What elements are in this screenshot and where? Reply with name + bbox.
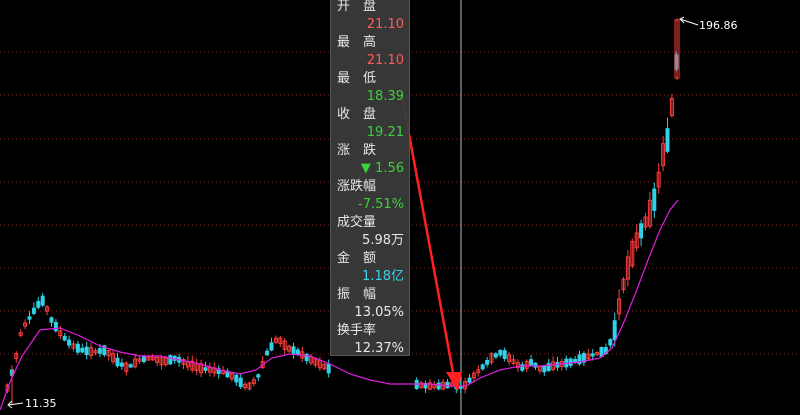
change-pct-value: -7.51% [358, 197, 404, 212]
candle-body [53, 322, 58, 332]
candle-body [168, 355, 173, 365]
turnover-label: 换手率 [337, 323, 377, 338]
candle-body [62, 335, 67, 341]
candle-body [128, 364, 133, 368]
high-label: 最 高 [337, 35, 377, 50]
low-label: 最 低 [337, 71, 377, 86]
candle-body [612, 320, 617, 341]
candle-body [326, 363, 331, 374]
candle-body [529, 359, 534, 366]
candle-body [36, 300, 41, 308]
change-value: ▼ 1.56 [360, 161, 404, 176]
candle-body [436, 382, 441, 390]
candle-body [652, 188, 657, 211]
turnover-value: 12.37% [354, 341, 404, 356]
candle-body [256, 374, 261, 378]
candle-body [84, 346, 89, 356]
volume-value: 5.98万 [362, 233, 404, 248]
candle-body [97, 348, 102, 354]
candle-body [291, 346, 296, 355]
amplitude-value: 13.05% [354, 305, 404, 320]
candle-body [119, 362, 124, 367]
volume-label: 成交量 [337, 215, 377, 230]
data-window-panel: 开 盘 21.10 最 高 21.10 最 低 18.39 收 盘 19.21 … [330, 0, 410, 356]
close-label: 收 盘 [337, 107, 377, 122]
high-value: 21.10 [366, 53, 404, 68]
candle-body [295, 349, 300, 355]
candle-body [639, 223, 644, 239]
candle-body [573, 358, 578, 363]
candle-body [467, 377, 472, 383]
low-value: 18.39 [366, 89, 404, 104]
candle-body [80, 347, 85, 353]
close-value: 19.21 [366, 125, 404, 140]
candle-body [27, 316, 32, 320]
candle-body [590, 353, 595, 357]
candle-body [265, 350, 270, 356]
candle-body [269, 342, 274, 351]
amount-value: 1.18亿 [362, 269, 404, 284]
amplitude-label: 振 幅 [337, 287, 377, 302]
amount-label: 金 额 [337, 251, 377, 266]
change-pct-label: 涨跌幅 [337, 179, 377, 194]
candle-body [49, 317, 54, 323]
candle-body [234, 374, 239, 383]
candle-body [498, 350, 503, 356]
candle-body [31, 307, 36, 314]
low-price-label: 11.35 [25, 397, 57, 410]
open-value: 21.10 [366, 17, 404, 32]
candle-body [608, 339, 613, 346]
candle-body [67, 339, 72, 346]
candle-body [75, 343, 80, 353]
candle-body [493, 353, 498, 358]
candle-body [238, 377, 243, 388]
candle-body [40, 295, 45, 306]
candle-body [445, 381, 450, 389]
candle-body [480, 364, 485, 370]
candle-body [141, 356, 146, 363]
open-label: 开 盘 [337, 0, 377, 14]
high-price-label: 196.86 [699, 19, 738, 32]
candle-body [203, 367, 208, 371]
candle-body [115, 357, 120, 367]
candle-body [665, 128, 670, 152]
candle-body [542, 365, 547, 373]
change-label: 涨 跌 [337, 143, 377, 158]
candle-body [502, 350, 507, 359]
candle-body [485, 360, 490, 365]
candle-body [568, 358, 573, 366]
